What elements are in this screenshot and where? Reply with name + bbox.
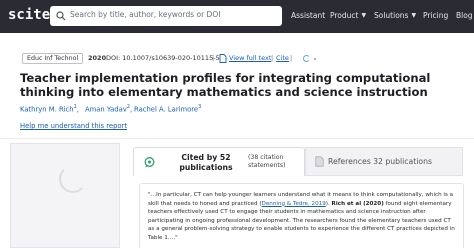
- citation-snippet: "…In particular, CT can help younger lea…: [148, 191, 458, 243]
- author-affiliation: 1: [73, 104, 77, 110]
- nav-solutions[interactable]: Solutions ▼: [374, 11, 416, 20]
- separator: |: [290, 54, 293, 62]
- citation-statement-card: "…In particular, CT can help younger lea…: [139, 183, 464, 248]
- doi-text[interactable]: DOI: 10.1007/s10639-020-10115-5: [106, 54, 220, 62]
- top-navigation-bar: scite_ Search by title, author, keywords…: [0, 0, 474, 33]
- speech-bubble-icon: [144, 157, 155, 168]
- nav-assistant[interactable]: Assistant: [291, 11, 325, 20]
- publication-year: 2020: [88, 54, 107, 62]
- loading-dot-icon: [314, 58, 316, 60]
- search-icon: [56, 11, 66, 21]
- cite-link[interactable]: Cite: [276, 54, 289, 62]
- page-title: Teacher implementation profiles for inte…: [20, 71, 431, 99]
- cited-paper-highlight: Rich et al (2020): [331, 200, 384, 207]
- cited-by-label: Cited by 52 publications: [179, 153, 233, 172]
- nav-product-label: Product: [330, 11, 359, 20]
- author-affiliation: 3: [198, 104, 202, 110]
- nav-product[interactable]: Product ▼: [330, 11, 366, 20]
- nav-solutions-label: Solutions: [374, 11, 409, 20]
- tab-cited-by[interactable]: Cited by 52 publications (38 citation st…: [133, 147, 305, 176]
- chevron-down-icon: ▼: [361, 12, 367, 19]
- author-name: Rachel A. Larimore: [134, 105, 199, 114]
- citation-statements-count: (38 citation statements): [248, 154, 286, 169]
- search-placeholder: Search by title, author, keywords or DOI: [70, 10, 221, 19]
- help-understand-link[interactable]: Help me understand this report: [20, 122, 127, 130]
- tab-references[interactable]: References 32 publications: [305, 147, 463, 176]
- reference-link[interactable]: Denning & Tedre, 2019: [262, 201, 326, 207]
- author-affiliation: 2: [126, 104, 130, 110]
- section-divider: [0, 138, 474, 139]
- document-icon: [315, 156, 324, 167]
- loading-spinner-icon: [303, 55, 310, 62]
- author-link[interactable]: Kathryn M. Rich1,: [20, 104, 79, 113]
- author-name: Kathryn M. Rich: [20, 105, 74, 114]
- separator: |: [212, 54, 215, 62]
- author-link[interactable]: Rachel A. Larimore3: [134, 104, 201, 113]
- journal-badge[interactable]: Educ Inf Technol: [22, 53, 84, 64]
- author-name: Aman Yadav: [85, 105, 127, 114]
- author-link[interactable]: Aman Yadav2,: [85, 104, 132, 113]
- nav-pricing[interactable]: Pricing: [423, 11, 448, 20]
- view-full-text-link[interactable]: View full text: [229, 54, 271, 62]
- nav-blog[interactable]: Blog: [456, 11, 473, 20]
- loading-chart-icon: [59, 165, 87, 193]
- citation-chart-panel: [10, 143, 120, 248]
- separator: |: [271, 54, 274, 62]
- document-icon: [219, 54, 227, 63]
- references-label: References 32 publications: [328, 157, 432, 166]
- chevron-down-icon: ▼: [411, 12, 417, 19]
- search-input[interactable]: Search by title, author, keywords or DOI: [50, 6, 282, 26]
